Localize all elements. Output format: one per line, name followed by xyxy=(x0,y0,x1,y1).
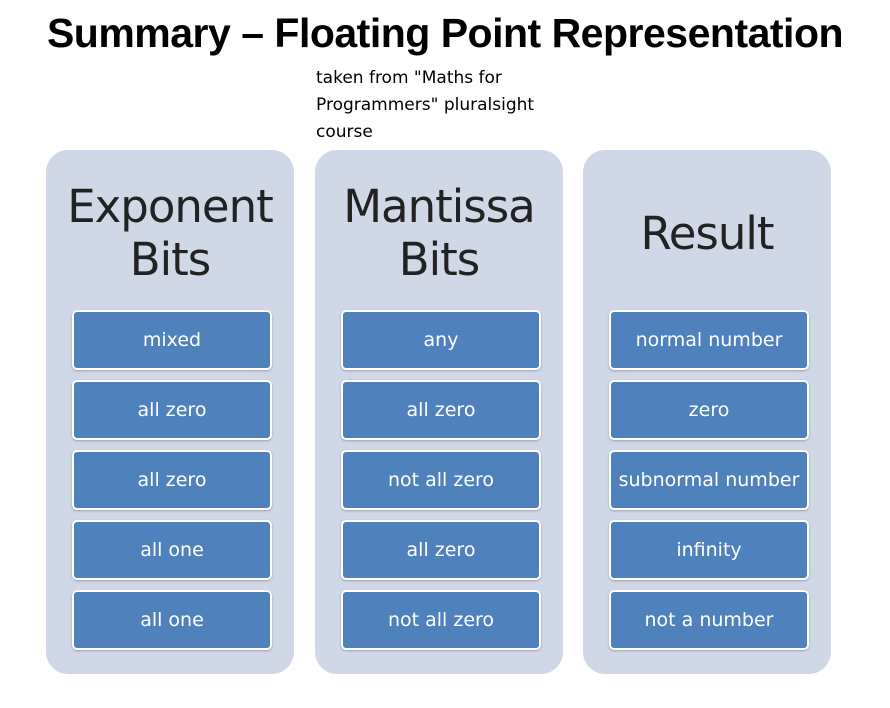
result-item: subnormal number xyxy=(609,450,809,510)
mantissa-bits-item: not all zero xyxy=(341,590,541,650)
mantissa-bits-item: all zero xyxy=(341,380,541,440)
result-item: not a number xyxy=(609,590,809,650)
exponent-bits-column: Exponent Bits mixed all zero all zero al… xyxy=(46,150,294,674)
mantissa-bits-heading: Mantissa Bits xyxy=(343,180,536,286)
mantissa-bits-item: any xyxy=(341,310,541,370)
page-title: Summary – Floating Point Representation xyxy=(46,10,844,56)
result-item: infinity xyxy=(609,520,809,580)
result-column: Result normal number zero subnormal numb… xyxy=(583,150,831,674)
exponent-bits-item: mixed xyxy=(72,310,272,370)
result-item: normal number xyxy=(609,310,809,370)
mantissa-bits-item: not all zero xyxy=(341,450,541,510)
exponent-bits-item: all zero xyxy=(72,450,272,510)
exponent-bits-item: all one xyxy=(72,520,272,580)
exponent-bits-item: all zero xyxy=(72,380,272,440)
mantissa-bits-item: all zero xyxy=(341,520,541,580)
result-item: zero xyxy=(609,380,809,440)
mantissa-bits-column: Mantissa Bits any all zero not all zero … xyxy=(315,150,563,674)
result-heading: Result xyxy=(640,206,774,260)
exponent-bits-heading: Exponent Bits xyxy=(67,180,274,286)
exponent-bits-item: all one xyxy=(72,590,272,650)
source-note: taken from "Maths for Programmers" plura… xyxy=(316,68,535,137)
